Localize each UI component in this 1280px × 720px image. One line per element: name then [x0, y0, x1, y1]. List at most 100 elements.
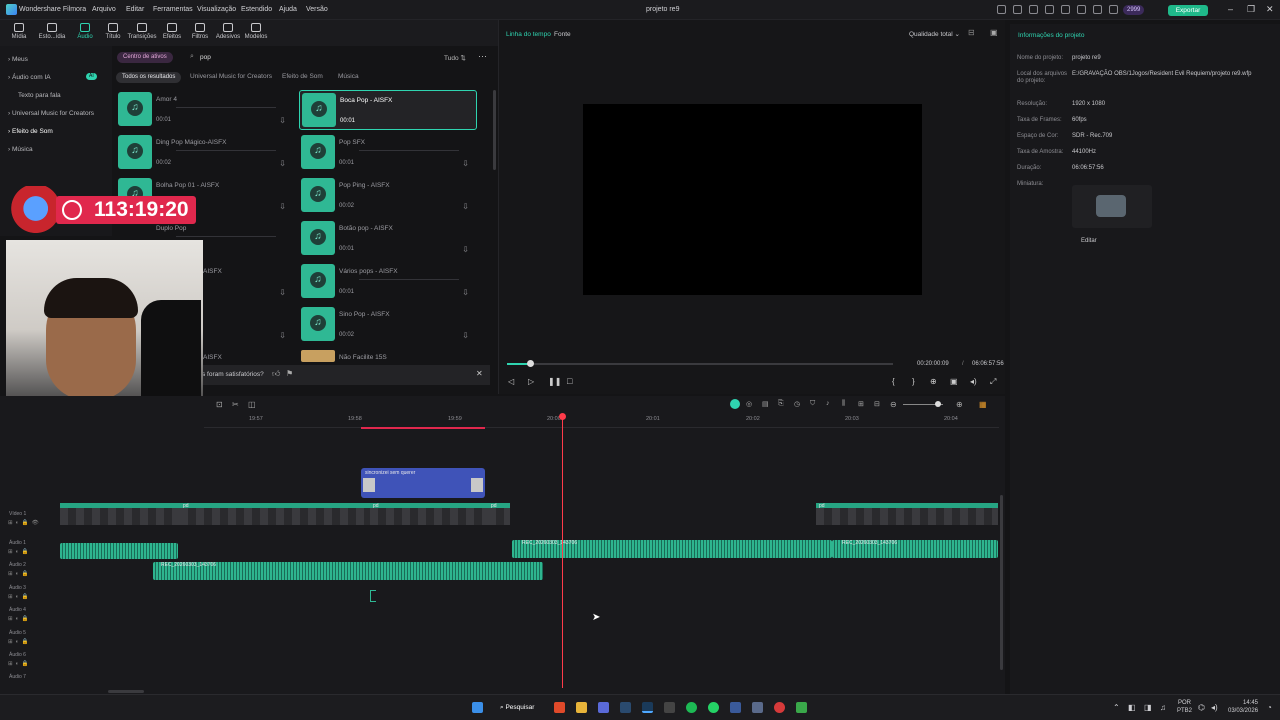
- tool-efeitos[interactable]: Efeitos: [157, 23, 187, 40]
- mark-in-icon[interactable]: {: [892, 377, 895, 386]
- tab-universal-music[interactable]: Universal Music for Creators: [190, 73, 272, 80]
- tool-filtros[interactable]: Filtros: [185, 23, 215, 40]
- asset-card-selected[interactable]: ♫ Boca Pop - AISFX 00:01: [299, 90, 477, 130]
- track-controls-icon[interactable]: ⊞◐🔒: [8, 571, 32, 577]
- gift-icon[interactable]: [997, 5, 1006, 14]
- track-controls-icon[interactable]: ⊞◐🔒: [8, 594, 32, 600]
- tab-linha-do-tempo[interactable]: Linha do tempo: [506, 31, 551, 38]
- nav-item-musica[interactable]: › Música: [8, 146, 33, 153]
- message-icon[interactable]: [1061, 5, 1070, 14]
- asset-card[interactable]: ♫ Pop Ping - AISFX 00:02 ⇩: [299, 176, 477, 216]
- taskbar-search[interactable]: ⌕ Pesquisar: [500, 704, 534, 712]
- tab-efeito-de-som[interactable]: Efeito de Som: [282, 73, 323, 80]
- tray-app-icon[interactable]: ◨: [1144, 703, 1152, 712]
- credits-badge[interactable]: 2999: [1123, 5, 1145, 15]
- tool-audio[interactable]: Áudio: [70, 23, 100, 40]
- steam-icon[interactable]: [620, 702, 631, 713]
- app-icon[interactable]: [752, 702, 763, 713]
- download-icon[interactable]: ⇩: [462, 331, 469, 340]
- grid-icon[interactable]: [1093, 5, 1102, 14]
- volume-tray-icon[interactable]: ◂): [1211, 703, 1218, 712]
- audio-clip[interactable]: REC_20260303_143706: [153, 562, 543, 580]
- timeline-vscroll[interactable]: [1000, 495, 1003, 670]
- nav-item-audio-ia[interactable]: › Áudio com IA: [8, 74, 51, 81]
- video-clip[interactable]: pd: [488, 503, 510, 525]
- download-icon[interactable]: ⇩: [462, 202, 469, 211]
- tool-icon-a[interactable]: ◎: [746, 400, 752, 408]
- filter-dropdown[interactable]: Tudo ⇅: [444, 54, 466, 62]
- speed-icon[interactable]: ◫: [248, 400, 256, 409]
- app-icon[interactable]: [730, 702, 741, 713]
- brave-icon[interactable]: [554, 702, 565, 713]
- pause-icon[interactable]: ❚❚: [548, 377, 561, 386]
- mark-out-icon[interactable]: }: [912, 377, 915, 386]
- tool-estoque-midia[interactable]: Esto...ídia: [37, 23, 67, 40]
- snapshot-icon[interactable]: ▣: [990, 28, 998, 37]
- clock-date[interactable]: 03/03/2026: [1228, 708, 1258, 714]
- menu-arquivo[interactable]: Arquivo: [92, 6, 116, 13]
- zoom-in-icon[interactable]: ⊕: [956, 400, 963, 409]
- play-icon[interactable]: ▷: [528, 377, 534, 386]
- asset-card[interactable]: ♫ Amor 4 00:01 ⇩: [116, 90, 294, 130]
- video-clip[interactable]: pd: [370, 503, 488, 525]
- nav-item-efeito-de-som[interactable]: › Efeito de Som: [8, 128, 53, 135]
- download-icon[interactable]: ⇩: [462, 288, 469, 297]
- tab-fonte[interactable]: Fonte: [554, 31, 571, 38]
- zoom-out-icon[interactable]: ⊖: [890, 400, 897, 409]
- download-icon[interactable]: ⇩: [462, 159, 469, 168]
- camera-icon[interactable]: ▣: [950, 377, 958, 386]
- filmora-taskbar-icon[interactable]: [642, 702, 653, 713]
- asset-card[interactable]: ♫ Vários pops - AISFX 00:01 ⇩: [299, 262, 477, 302]
- edit-thumbnail-button[interactable]: Editar: [1081, 238, 1097, 244]
- more-options-icon[interactable]: ⋯: [478, 51, 487, 62]
- obs-icon[interactable]: [664, 702, 675, 713]
- volume-icon[interactable]: ◂): [970, 377, 977, 386]
- nav-item-meus[interactable]: › Meus: [8, 56, 28, 63]
- asset-card[interactable]: Não Facilite 15S: [299, 348, 477, 364]
- tool-transicoes[interactable]: Transições: [127, 23, 157, 40]
- keyboard-lang[interactable]: POR: [1178, 700, 1191, 706]
- crop-icon[interactable]: ⊡: [216, 400, 223, 409]
- mic-icon[interactable]: ♪: [826, 400, 830, 407]
- export-button[interactable]: Exportar: [1168, 5, 1208, 16]
- audio-clip[interactable]: REC_20260303_143706: [512, 540, 832, 558]
- asset-card[interactable]: ♫ Ding Pop Mágico-AISFX 00:02 ⇩: [116, 133, 294, 173]
- keyboard-layout[interactable]: PTB2: [1177, 708, 1192, 714]
- tool-icon-d[interactable]: ◷: [794, 400, 800, 408]
- close-icon[interactable]: ✕: [1266, 4, 1274, 15]
- playback-progress-track[interactable]: [507, 363, 893, 365]
- timeline-hscroll[interactable]: [108, 690, 144, 693]
- tray-chevron-icon[interactable]: ⌃: [1113, 703, 1120, 712]
- shield-icon[interactable]: ⛉: [810, 400, 815, 408]
- app-icon[interactable]: [774, 702, 785, 713]
- download-icon[interactable]: ⇩: [279, 331, 286, 340]
- asset-card[interactable]: ♫ Botão pop - AISFX 00:01 ⇩: [299, 219, 477, 259]
- nav-item-texto-para-fala[interactable]: Texto para fala: [18, 92, 61, 99]
- track-controls-icon[interactable]: ⊞◐🔒: [8, 549, 32, 555]
- asset-scrollbar[interactable]: [493, 90, 496, 170]
- help-icon[interactable]: [1109, 5, 1118, 14]
- tool-icon-b[interactable]: ▤: [762, 400, 769, 408]
- menu-editar[interactable]: Editar: [126, 6, 144, 13]
- menu-ajuda[interactable]: Ajuda: [279, 6, 297, 13]
- video-clip[interactable]: pd: [180, 503, 370, 525]
- tab-musica[interactable]: Música: [338, 73, 359, 80]
- stop-icon[interactable]: □: [567, 376, 572, 386]
- track-controls-icon[interactable]: ⊞◐🔒👁: [8, 520, 42, 526]
- video-clip[interactable]: [60, 503, 180, 525]
- tool-midia[interactable]: Mídia: [4, 23, 34, 40]
- windows-start-icon[interactable]: [472, 702, 483, 713]
- monitor-icon[interactable]: [1029, 5, 1038, 14]
- notification-icon[interactable]: ◔: [1267, 703, 1272, 712]
- ai-tools-icon[interactable]: [730, 399, 740, 409]
- discord-icon[interactable]: [598, 702, 609, 713]
- download-icon[interactable]: ⇩: [279, 159, 286, 168]
- zoom-slider-handle[interactable]: [935, 401, 941, 407]
- audio-mixer-icon[interactable]: ⫼: [842, 400, 845, 408]
- menu-visualizacao[interactable]: Visualização: [197, 6, 236, 13]
- tool-titulo[interactable]: Título: [98, 23, 128, 40]
- tool-icon-c[interactable]: ⎘: [778, 400, 784, 408]
- spotify-icon[interactable]: [686, 702, 697, 713]
- subtitle-icon[interactable]: ⊟: [874, 400, 880, 408]
- menu-estendido[interactable]: Estendido: [241, 6, 272, 13]
